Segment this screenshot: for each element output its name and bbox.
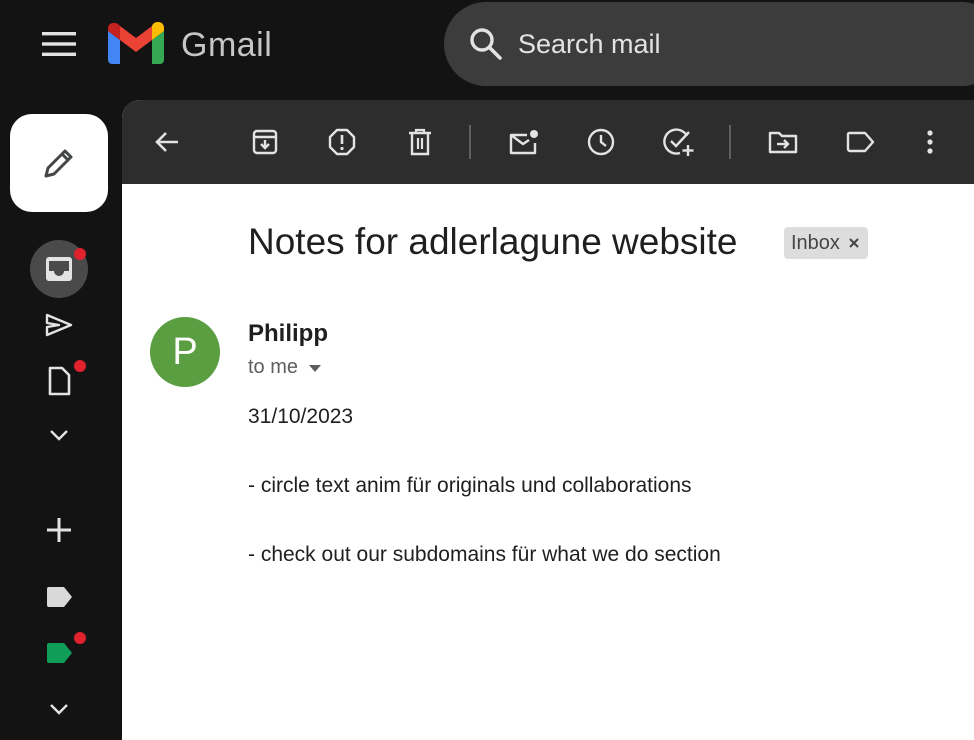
labels-button[interactable] xyxy=(838,120,882,164)
inbox-notification-dot xyxy=(74,248,86,260)
label-icon xyxy=(47,643,72,663)
label-chip-text: Inbox xyxy=(791,231,840,254)
recipient-text: to me xyxy=(248,356,299,378)
email-body-line: - circle text anim für originals und col… xyxy=(248,474,692,497)
label-icon xyxy=(47,587,72,607)
hamburger-menu-icon xyxy=(42,32,76,56)
inbox-label-chip[interactable]: Inbox xyxy=(784,227,868,259)
back-arrow-icon xyxy=(155,132,178,152)
drafts-notification-dot xyxy=(74,360,86,372)
rail-item-sent[interactable] xyxy=(30,296,88,354)
back-button[interactable] xyxy=(145,120,189,164)
email-body-date: 31/10/2023 xyxy=(248,405,354,428)
delete-icon xyxy=(409,128,431,156)
mark-unread-icon xyxy=(509,130,538,155)
add-to-tasks-icon xyxy=(663,128,694,156)
inbox-icon xyxy=(46,257,72,281)
chevron-down-icon xyxy=(50,430,68,441)
rail-label-1[interactable] xyxy=(30,568,88,626)
chevron-down-icon xyxy=(50,704,68,715)
main-menu-button[interactable] xyxy=(30,20,88,68)
label-icon xyxy=(846,131,875,153)
caret-down-icon xyxy=(309,364,322,372)
email-toolbar xyxy=(122,100,974,184)
gmail-logo[interactable] xyxy=(108,21,168,66)
mark-unread-button[interactable] xyxy=(502,120,546,164)
report-spam-icon xyxy=(328,128,356,156)
draft-icon xyxy=(48,366,71,396)
archive-button[interactable] xyxy=(243,120,287,164)
archive-icon xyxy=(252,129,278,155)
more-vert-icon xyxy=(927,130,933,154)
search-icon[interactable] xyxy=(468,26,504,62)
add-to-tasks-button[interactable] xyxy=(657,120,701,164)
sender-name[interactable]: Philipp xyxy=(248,320,328,348)
report-spam-button[interactable] xyxy=(320,120,364,164)
brand-name: Gmail xyxy=(181,26,273,64)
sender-avatar[interactable]: P xyxy=(150,317,220,387)
move-to-icon xyxy=(768,131,798,154)
toolbar-divider xyxy=(729,125,731,159)
toolbar-divider xyxy=(469,125,471,159)
email-view: Notes for adlerlagune website Inbox P Ph… xyxy=(122,100,974,740)
more-options-button[interactable] xyxy=(908,120,952,164)
delete-button[interactable] xyxy=(398,120,442,164)
close-icon[interactable] xyxy=(846,235,862,251)
email-subject: Notes for adlerlagune website xyxy=(248,221,738,262)
label-notification-dot xyxy=(74,632,86,644)
pencil-icon xyxy=(44,149,73,178)
create-label-button[interactable] xyxy=(30,501,88,559)
move-to-button[interactable] xyxy=(761,120,805,164)
compose-button[interactable] xyxy=(10,114,108,212)
email-body-line: - check out our subdomains für what we d… xyxy=(248,543,721,566)
snooze-button[interactable] xyxy=(579,120,623,164)
labels-more-button[interactable] xyxy=(30,680,88,738)
snooze-icon xyxy=(587,128,615,156)
send-icon xyxy=(45,313,73,337)
recipient-details-toggle[interactable]: to me xyxy=(248,356,322,379)
search-bar[interactable] xyxy=(444,2,974,86)
search-input[interactable] xyxy=(518,28,958,60)
gmail-logo-icon xyxy=(108,21,164,64)
rail-item-more[interactable] xyxy=(30,406,88,464)
plus-icon xyxy=(47,518,71,542)
